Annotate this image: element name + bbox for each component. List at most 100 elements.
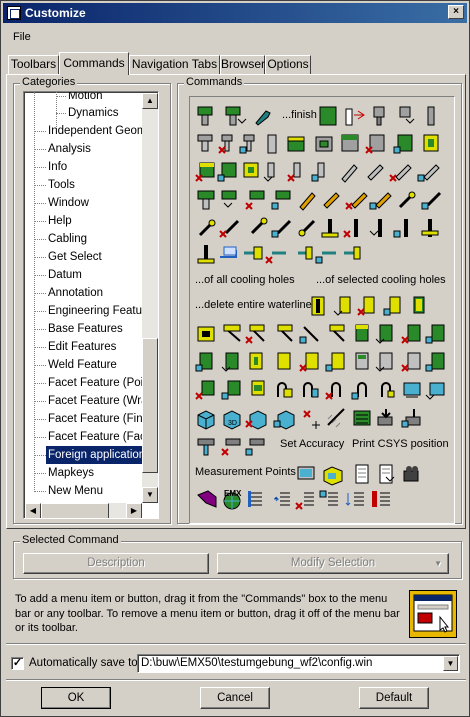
- tree-item-facet-feature-fine[interactable]: Facet Feature (Fine: [24, 410, 149, 428]
- tree-item-facet-feature-wrap[interactable]: Facet Feature (Wra: [24, 392, 148, 410]
- all-cooling-holes-command[interactable]: ...of all cooling holes: [195, 273, 295, 287]
- set-accuracy-command[interactable]: Set Accuracy: [280, 437, 344, 451]
- tab-commands[interactable]: Commands: [59, 52, 129, 75]
- categories-scrollbar[interactable]: ▲ ▼: [142, 93, 158, 503]
- pin-delete-icon: [287, 162, 301, 182]
- tree-item-get-select[interactable]: Get Select: [24, 248, 144, 266]
- measurement-points-command[interactable]: Measurement Points: [195, 465, 296, 479]
- machine-icon: [353, 410, 371, 426]
- press-icon: [377, 409, 393, 426]
- list-new-icon: [319, 490, 338, 506]
- block-icon: [319, 106, 337, 126]
- cube-icon: [197, 410, 215, 430]
- chevron-down-icon[interactable]: ▼: [443, 656, 458, 671]
- scroll-thumb[interactable]: [142, 338, 158, 473]
- tree-item-new-menu[interactable]: New Menu: [24, 482, 144, 500]
- mold-new-icon: [217, 162, 237, 182]
- turret-icon: [197, 438, 215, 456]
- tree-item-help[interactable]: Help: [24, 212, 144, 230]
- waterline-select-icon: [344, 246, 361, 260]
- modify-selection-button[interactable]: Modify Selection ▼: [217, 553, 449, 574]
- scroll-up-button[interactable]: ▲: [142, 93, 158, 109]
- plate-down-icon: [341, 134, 359, 152]
- scroll-left-button[interactable]: ◀: [25, 503, 41, 518]
- sprue-icon: [299, 192, 316, 211]
- menu-file[interactable]: File: [13, 31, 31, 43]
- waterline-part-icon: [311, 296, 325, 316]
- insert-delete-icon: [401, 352, 421, 372]
- tab-options[interactable]: Options: [265, 55, 311, 74]
- print-csys-position-command[interactable]: Print CSYS position: [352, 437, 449, 451]
- turret-delete-icon: [221, 438, 241, 456]
- tree-item-foreign-applications[interactable]: Foreign applications: [24, 446, 153, 464]
- hscroll-thumb[interactable]: [41, 503, 109, 518]
- cavity-new-icon: [325, 352, 345, 372]
- latch-delete-icon: [325, 382, 341, 400]
- tree-item-motion[interactable]: Motion: [24, 92, 144, 105]
- tree-item-independent-geometry[interactable]: Independent Geome: [24, 122, 153, 140]
- tree-item-facet-feature-point[interactable]: Facet Feature (Poin: [24, 374, 150, 392]
- app-icon[interactable]: [7, 6, 21, 20]
- cube-new-icon: [273, 410, 295, 430]
- title-bar[interactable]: Customize ×: [3, 3, 467, 23]
- tree-item-weld-feature[interactable]: Weld Feature: [24, 356, 144, 374]
- delete-entire-waterline-command[interactable]: ...delete entire waterline: [195, 298, 312, 312]
- latch-edit-icon: [381, 382, 395, 398]
- cube-arrow-icon: 3D: [223, 410, 241, 430]
- tree-item-edit-features[interactable]: Edit Features: [24, 338, 144, 356]
- tree-item-engineering-feature[interactable]: Engineering Feature: [24, 302, 152, 320]
- insert-icon: [355, 352, 369, 370]
- tree-item-info[interactable]: Info: [24, 158, 144, 176]
- latch-new-icon: [351, 382, 367, 400]
- config-path-combo[interactable]: D:\buw\EMX50\testumgebung_wf2\config.win…: [137, 654, 460, 673]
- close-button[interactable]: ×: [448, 5, 464, 19]
- selected-cooling-holes-command[interactable]: ...of selected cooling holes: [316, 273, 446, 287]
- tree-item-datum[interactable]: Datum: [24, 266, 144, 284]
- emx-label: EMX: [224, 489, 242, 498]
- tab-navigation-tabs[interactable]: Navigation Tabs: [129, 55, 220, 74]
- tree-item-tools[interactable]: Tools: [24, 176, 144, 194]
- bolt-new-icon: [239, 134, 255, 154]
- tree-item-mapkeys[interactable]: Mapkeys: [24, 464, 144, 482]
- categories-tree[interactable]: Motion Dynamics Independent Geome Analys…: [23, 91, 159, 519]
- categories-hscrollbar[interactable]: ◀ ▶: [25, 503, 142, 518]
- customize-preview-icon: [409, 590, 457, 638]
- plate-new-icon: [393, 134, 413, 154]
- sprue-delete-icon: [345, 192, 368, 210]
- ok-button[interactable]: OK: [41, 687, 111, 709]
- cavity-arrow-icon: [221, 352, 239, 372]
- tool-icon: [427, 106, 435, 126]
- cancel-button[interactable]: Cancel: [200, 687, 270, 709]
- cooling-hole-edit-icon: [298, 219, 316, 237]
- screen-icon: [403, 382, 421, 398]
- tree-item-dynamics[interactable]: Dynamics: [24, 104, 144, 122]
- sprue-new-icon: [369, 192, 392, 210]
- baffle-icon: [321, 219, 339, 238]
- document-arrow-icon: [379, 464, 395, 484]
- core-new-icon: [425, 324, 445, 344]
- pen-arrow-icon: [367, 164, 384, 181]
- core-delete-icon: [401, 324, 421, 344]
- tree-item-annotation[interactable]: Annotation: [24, 284, 144, 302]
- camera-icon: [403, 466, 419, 482]
- tab-toolbars[interactable]: Toolbars: [8, 55, 59, 74]
- slide-icon: [197, 326, 215, 342]
- pen-new-icon: [417, 164, 440, 182]
- tab-browser[interactable]: Browser: [220, 55, 265, 74]
- autosave-checkbox[interactable]: ✓: [11, 657, 24, 670]
- tree-item-cabling[interactable]: Cabling: [24, 230, 144, 248]
- scroll-down-button[interactable]: ▼: [142, 487, 158, 503]
- tree-item-base-features[interactable]: Base Features: [24, 320, 144, 338]
- waterline-arrow-icon: [244, 246, 263, 260]
- tree-item-window[interactable]: Window: [24, 194, 144, 212]
- baffle-arrow-icon: [369, 219, 382, 237]
- description-button[interactable]: Description: [23, 553, 209, 574]
- cube-delete-icon: [245, 410, 267, 430]
- tree-item-analysis[interactable]: Analysis: [24, 140, 144, 158]
- tree-item-facet-feature-face[interactable]: Facet Feature (Face: [24, 428, 152, 446]
- scroll-right-button[interactable]: ▶: [126, 503, 142, 518]
- finish-command[interactable]: ...finish: [282, 108, 317, 122]
- ejector-new-icon: [271, 190, 291, 210]
- default-button[interactable]: Default: [359, 687, 429, 709]
- commands-palette[interactable]: 3D ...finish ...of all cooling holes ...…: [189, 96, 455, 524]
